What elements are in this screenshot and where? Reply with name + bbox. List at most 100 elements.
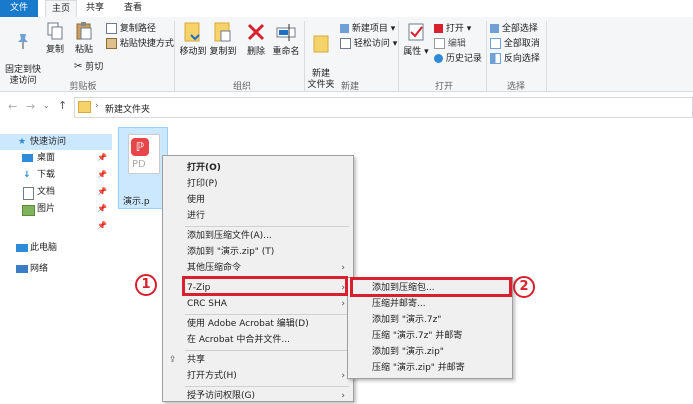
menu-item-share[interactable]: ⇪ 共享 — [169, 352, 205, 368]
ribbon-separator — [486, 21, 487, 91]
nav-item-label: 图片 — [37, 204, 56, 214]
menu-item-use[interactable]: 使用 — [187, 192, 205, 208]
menu-item-other-compress[interactable]: 其他压缩命令 › — [187, 260, 351, 276]
history-button[interactable]: 历史记录 — [434, 53, 482, 65]
new-group-label: 新建 — [340, 82, 359, 92]
navigation-pane: ★ 快速访问 桌面 📌 ↓ 下载 📌 文档 📌 图片 📌 📌 此电脑 网络 — [0, 130, 112, 400]
move-to-folder-icon — [184, 22, 200, 42]
copy-button[interactable]: 复制 — [42, 21, 68, 56]
select-none-icon — [490, 38, 501, 49]
menu-item-add-to-zip[interactable]: 添加到 "演示.zip" (T) — [187, 244, 274, 260]
computer-icon — [16, 244, 28, 252]
properties-button[interactable]: 属性 ▾ — [402, 21, 430, 58]
share-icon: ⇪ — [169, 355, 177, 365]
cut-button[interactable]: ✂ 剪切 — [74, 61, 103, 74]
menu-item-open[interactable]: 打开(O) — [187, 160, 221, 176]
nav-item-pictures[interactable]: 图片 📌 — [0, 201, 112, 217]
star-icon: ★ — [18, 137, 27, 147]
cut-label: 剪切 — [85, 62, 104, 73]
rename-button[interactable]: 重命名 — [270, 21, 302, 58]
pin-icon: 📌 — [97, 187, 107, 196]
submenu-arrow-icon: › — [341, 299, 345, 309]
edit-button[interactable]: 编辑 — [434, 38, 466, 50]
menu-item-open-with[interactable]: 打开方式(H) › — [187, 368, 351, 384]
properties-check-icon — [408, 23, 424, 41]
menu-item-print[interactable]: 打印(P) — [187, 176, 217, 192]
nav-item-documents[interactable]: 文档 📌 — [0, 184, 112, 200]
menu-item-acrobat-merge[interactable]: 在 Acrobat 中合并文件... — [187, 332, 290, 348]
history-icon — [434, 54, 443, 63]
tab-home[interactable]: 主页 — [45, 0, 77, 18]
invert-selection-icon — [490, 53, 501, 64]
copy-path-label: 复制路径 — [119, 24, 156, 34]
submenu-item-compress-7z-email[interactable]: 压缩 "演示.7z" 并邮寄 — [372, 328, 462, 344]
breadcrumb-chevron-icon: › — [95, 101, 99, 111]
menu-separator — [185, 226, 349, 227]
tab-view[interactable]: 查看 — [118, 0, 148, 17]
open-button[interactable]: 打开 ▾ — [434, 23, 471, 35]
nav-network[interactable]: 网络 — [0, 261, 112, 277]
recent-dropdown-icon[interactable]: ⌄ — [43, 101, 50, 110]
paste-button[interactable]: 粘贴 — [70, 21, 98, 56]
pin-quick-access-button[interactable]: 固定到快 速访问 — [4, 21, 42, 87]
tab-file[interactable]: 文件 — [0, 0, 38, 17]
nav-item-label: 文档 — [37, 187, 56, 197]
edit-icon — [434, 38, 445, 49]
properties-label: 属性 — [403, 47, 422, 57]
desktop-icon — [22, 154, 33, 162]
new-item-label: 新建项目 — [351, 24, 388, 34]
nav-quick-access[interactable]: ★ 快速访问 — [0, 134, 112, 150]
submenu-item-add-7z[interactable]: 添加到 "演示.7z" — [372, 312, 441, 328]
pin-icon: 📌 — [97, 204, 107, 213]
file-name: 演示.p — [123, 197, 150, 207]
nav-network-label: 网络 — [30, 264, 49, 274]
address-bar[interactable]: › 新建文件夹 — [74, 97, 693, 118]
up-arrow-icon[interactable]: ↑ — [58, 99, 67, 112]
menu-item-grant-access[interactable]: 授予访问权限(G) › — [187, 388, 351, 404]
folder-icon — [78, 101, 91, 113]
select-all-label: 全部选择 — [501, 24, 538, 34]
forward-arrow-icon[interactable]: → — [26, 100, 35, 113]
submenu-item-compress-email[interactable]: 压缩并邮寄... — [372, 296, 426, 312]
paste-label: 粘贴 — [74, 45, 93, 55]
rename-icon — [276, 24, 296, 41]
menu-item-proceed[interactable]: 进行 — [187, 208, 205, 224]
copy-path-icon — [106, 23, 117, 34]
file-item[interactable]: ℙ PD 演示.p — [118, 127, 168, 209]
new-folder-icon — [313, 35, 329, 53]
back-arrow-icon[interactable]: ← — [8, 100, 17, 113]
nav-item-downloads[interactable]: ↓ 下载 📌 — [0, 167, 112, 183]
annotation-badge-2: 2 — [513, 276, 535, 298]
submenu-arrow-icon: › — [341, 371, 345, 381]
tab-share[interactable]: 共享 — [80, 0, 110, 17]
delete-button[interactable]: 删除 — [242, 21, 270, 58]
menu-item-crc-sha[interactable]: CRC SHA › — [187, 296, 351, 312]
new-item-button[interactable]: 新建项目 ▾ — [340, 23, 395, 35]
submenu-item-add-zip[interactable]: 添加到 "演示.zip" — [372, 344, 444, 360]
menu-item-add-to-archive[interactable]: 添加到压缩文件(A)... — [187, 228, 272, 244]
highlight-add-archive-box — [350, 277, 512, 297]
easy-access-icon — [340, 38, 351, 49]
copy-label: 复制 — [45, 45, 64, 55]
scissors-icon: ✂ — [74, 61, 83, 72]
copy-path-button[interactable]: 复制路径 — [106, 23, 156, 35]
menu-item-acrobat-edit[interactable]: 使用 Adobe Acrobat 编辑(D) — [187, 316, 309, 332]
organize-group-label: 组织 — [232, 82, 251, 92]
copy-to-folder-icon — [214, 22, 231, 42]
nav-item-desktop[interactable]: 桌面 📌 — [0, 150, 112, 166]
copy-icon — [47, 22, 63, 40]
breadcrumb-current[interactable]: 新建文件夹 — [105, 102, 150, 115]
paste-shortcut-button[interactable]: 粘贴快捷方式 — [106, 38, 174, 50]
paste-icon — [76, 22, 92, 40]
copy-to-button[interactable]: 复制到 — [208, 21, 238, 58]
submenu-item-compress-zip-email[interactable]: 压缩 "演示.zip" 并邮寄 — [372, 360, 465, 376]
nav-this-pc[interactable]: 此电脑 — [0, 240, 112, 256]
select-none-button[interactable]: 全部取消 — [490, 38, 540, 50]
invert-selection-button[interactable]: 反向选择 — [490, 53, 540, 65]
easy-access-button[interactable]: 轻松访问 ▾ — [340, 38, 397, 50]
select-none-label: 全部取消 — [503, 39, 540, 49]
move-to-button[interactable]: 移动到 — [178, 21, 208, 58]
move-to-label: 移动到 — [179, 47, 207, 57]
ribbon-separator — [304, 21, 305, 91]
select-all-button[interactable]: 全部选择 — [490, 23, 538, 35]
